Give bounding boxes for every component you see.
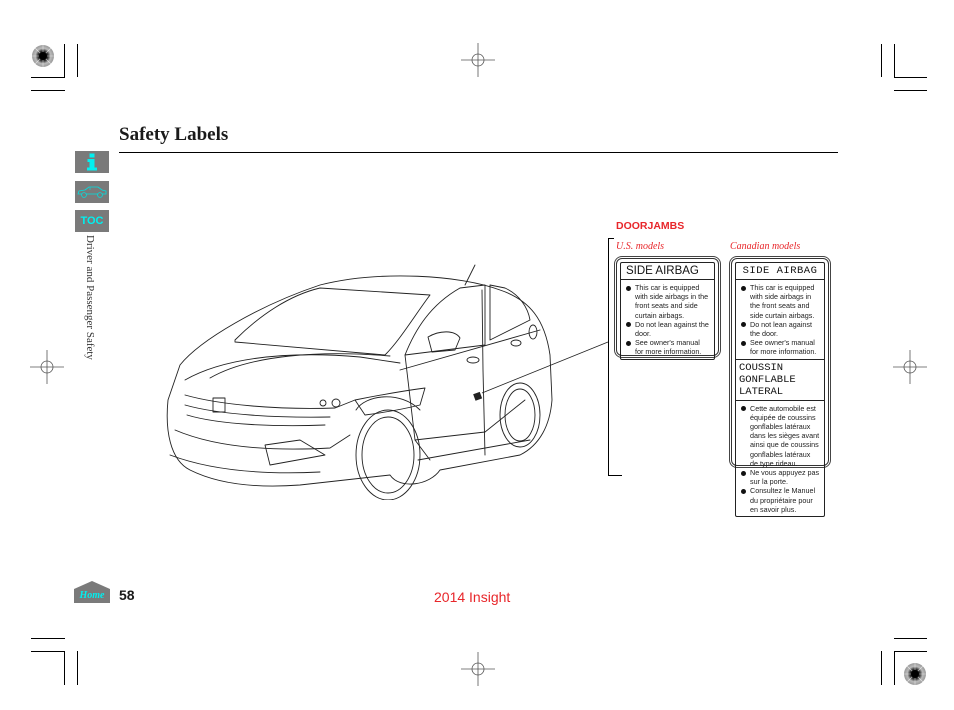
callout-bracket <box>608 238 609 475</box>
car-illustration <box>166 264 609 500</box>
crosshair-mark-icon <box>461 652 495 686</box>
home-button[interactable]: Home <box>74 581 110 603</box>
model-footer: 2014 Insight <box>434 589 511 605</box>
crop-mark <box>894 651 927 652</box>
label-location-marker <box>473 391 483 401</box>
home-label: Home <box>79 590 106 601</box>
crosshair-mark-icon <box>461 43 495 77</box>
crop-mark <box>64 651 65 685</box>
section-tab: Driver and Passenger Safety <box>84 235 102 395</box>
crosshair-mark-icon <box>30 350 64 384</box>
crosshair-mark-icon <box>893 350 927 384</box>
page-number: 58 <box>119 587 135 603</box>
callout-bracket <box>608 238 614 239</box>
info-icon <box>87 153 97 171</box>
registration-target-icon <box>32 45 54 67</box>
crop-mark <box>77 651 78 685</box>
toc-button[interactable]: TOC <box>75 210 109 232</box>
crop-mark <box>881 651 882 685</box>
crop-mark <box>894 44 895 77</box>
callout-bracket <box>608 475 622 476</box>
honda-emblem <box>212 397 226 413</box>
label-item: See owner's manual for more information. <box>625 338 710 356</box>
section-title: Driver and Passenger Safety <box>84 235 96 360</box>
canadian-airbag-label: SIDE AIRBAG This car is equipped with si… <box>731 258 829 518</box>
crop-mark <box>894 651 895 685</box>
crop-mark <box>31 90 65 91</box>
crop-mark <box>881 44 882 77</box>
car-icon <box>77 186 107 198</box>
label-heading-french: COUSSIN GONFLABLE LATERAL <box>736 360 824 401</box>
label-list-english: This car is equipped with side airbags i… <box>736 280 824 360</box>
label-list: This car is equipped with side airbags i… <box>621 280 714 359</box>
home-icon: Home <box>74 581 110 603</box>
crop-mark <box>894 90 927 91</box>
title-rule <box>119 152 838 153</box>
registration-target-icon <box>904 663 926 685</box>
crop-mark <box>64 44 65 77</box>
info-button[interactable] <box>75 151 109 173</box>
label-item: Ne vous appuyez pas sur la porte. <box>740 468 820 486</box>
label-item: Cette automobile est équipée de coussins… <box>740 404 820 468</box>
crop-mark <box>894 638 927 639</box>
label-item: Consultez le Manuel du propriétaire pour… <box>740 486 820 514</box>
label-list-french: Cette automobile est équipée de coussins… <box>736 401 824 516</box>
label-heading-english: SIDE AIRBAG <box>736 263 824 280</box>
label-heading: SIDE AIRBAG <box>621 263 714 280</box>
label-item: Do not lean against the door. <box>740 320 820 338</box>
crop-mark <box>77 44 78 77</box>
page-title: Safety Labels <box>119 124 229 145</box>
location-heading: DOORJAMBS <box>616 220 685 232</box>
canadian-models-caption: Canadian models <box>730 241 801 252</box>
us-airbag-label: SIDE AIRBAG This car is equipped with si… <box>616 258 719 360</box>
crop-mark <box>31 77 65 78</box>
label-item: This car is equipped with side airbags i… <box>625 283 710 320</box>
vehicle-overview-button[interactable] <box>75 181 109 203</box>
label-item: See owner's manual for more information. <box>740 338 820 356</box>
label-item: Do not lean against the door. <box>625 320 710 338</box>
label-item: This car is equipped with side airbags i… <box>740 283 820 320</box>
label-inner: SIDE AIRBAG This car is equipped with si… <box>620 262 715 360</box>
crop-mark <box>894 77 927 78</box>
crop-mark <box>31 651 65 652</box>
crop-mark <box>31 638 65 639</box>
label-inner: SIDE AIRBAG This car is equipped with si… <box>735 262 825 518</box>
callout-leader-line <box>481 341 609 394</box>
us-models-caption: U.S. models <box>616 241 665 252</box>
